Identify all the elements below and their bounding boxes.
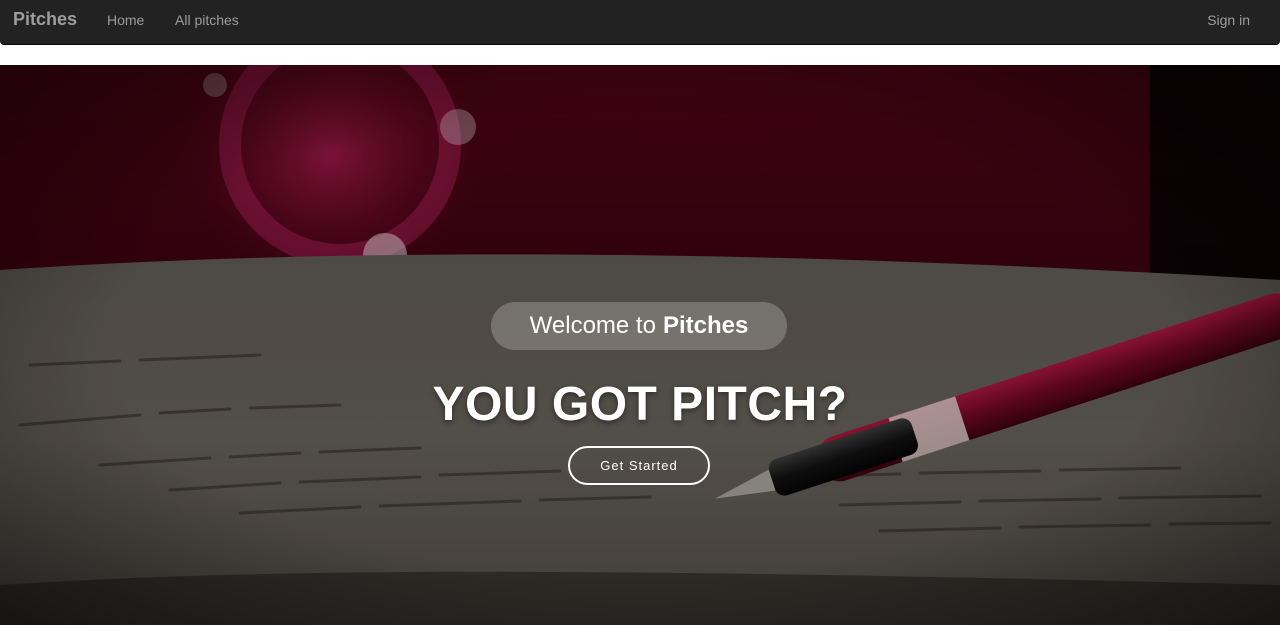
hero-headline: YOU GOT PITCH?	[432, 378, 848, 431]
get-started-button[interactable]: Get Started	[568, 446, 710, 485]
welcome-brand: Pitches	[662, 312, 749, 339]
welcome-banner: Welcome to Pitches	[491, 302, 787, 350]
sign-in-link[interactable]: Sign in	[1207, 12, 1250, 28]
hero-section: Welcome to Pitches YOU GOT PITCH? Get St…	[0, 65, 1280, 625]
nav-link-all-pitches[interactable]: All pitches	[175, 12, 239, 28]
navbar: Pitches Home All pitches Sign in	[0, 0, 1280, 45]
brand-link[interactable]: Pitches	[13, 9, 77, 30]
welcome-prefix: Welcome to	[529, 312, 656, 339]
nav-link-home[interactable]: Home	[107, 12, 144, 28]
